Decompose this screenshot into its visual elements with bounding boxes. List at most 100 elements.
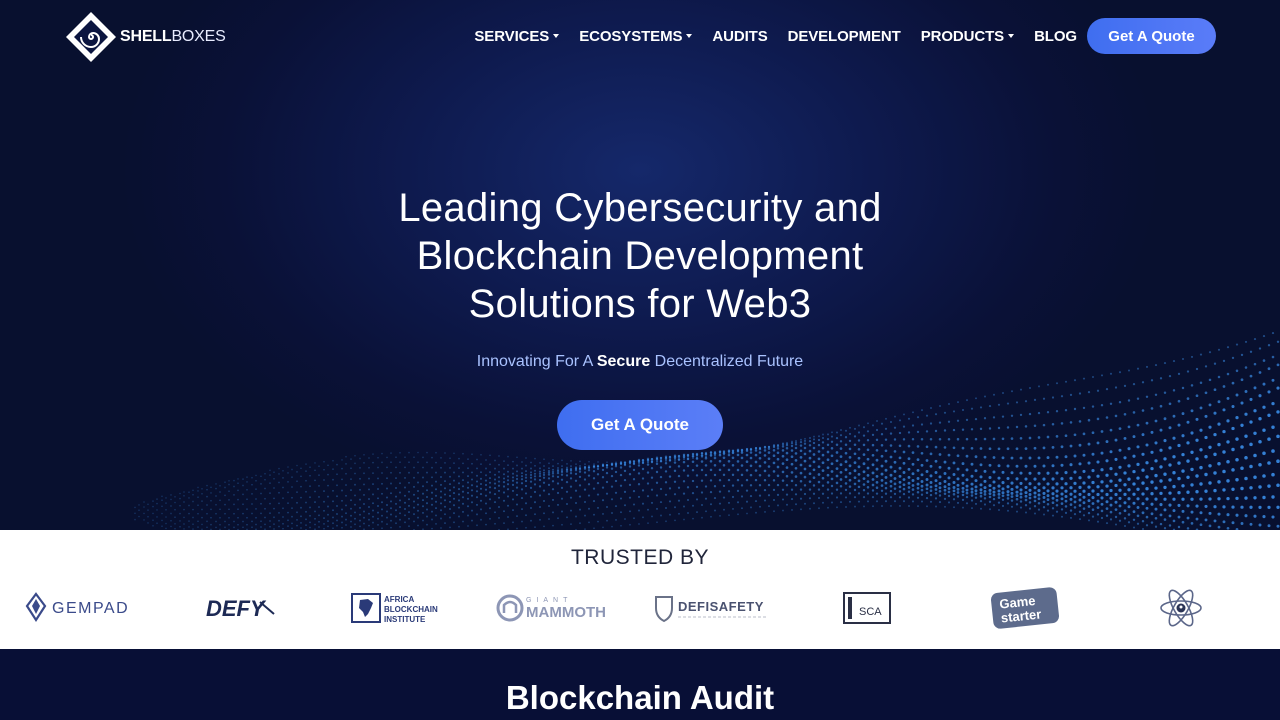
partner-sca[interactable]: SCA — [842, 580, 892, 636]
wave-dot — [296, 518, 298, 521]
partner-defisafety[interactable]: DEFISAFETY — [652, 580, 770, 636]
wave-dot — [363, 454, 365, 456]
partner-africa-blockchain-institute[interactable]: AFRICA BLOCKCHAIN INSTITUTE — [350, 580, 442, 636]
wave-dot — [539, 462, 541, 464]
wave-dot — [138, 504, 140, 506]
hero-get-quote-button[interactable]: Get A Quote — [557, 400, 723, 450]
wave-dot — [835, 451, 839, 454]
wave-dot — [408, 451, 410, 454]
partner-gempad[interactable]: GEMPAD — [24, 580, 140, 636]
wave-dot — [839, 455, 843, 458]
wave-dot — [336, 473, 338, 476]
wave-dot — [476, 524, 478, 527]
nav-ecosystems[interactable]: ECOSYSTEMS — [579, 28, 693, 45]
wave-dot — [930, 407, 932, 409]
wave-dot — [727, 460, 731, 463]
wave-dot — [533, 501, 537, 504]
wave-dot — [1127, 497, 1131, 501]
wave-dot — [926, 505, 928, 508]
wave-dot — [449, 457, 451, 460]
wave-dot — [722, 464, 726, 467]
wave-dot — [296, 480, 298, 483]
nav-blog[interactable]: BLOG — [1034, 28, 1077, 45]
wave-dot — [439, 496, 443, 499]
partner-atom[interactable] — [1158, 580, 1204, 636]
wave-dot — [884, 500, 888, 503]
wave-dot — [683, 518, 685, 521]
wave-dot — [377, 488, 379, 490]
nav-development[interactable]: DEVELOPMENT — [788, 28, 901, 45]
wave-dot — [498, 455, 500, 457]
wave-dot — [1145, 395, 1149, 399]
wave-dot — [579, 460, 581, 463]
wave-dot — [728, 514, 730, 517]
wave-dot — [839, 485, 843, 488]
wave-dot — [521, 467, 523, 470]
wave-dot — [1109, 450, 1113, 454]
subtitle-bold: Secure — [596, 353, 651, 370]
wave-dot — [633, 517, 635, 520]
nav-services[interactable]: SERVICES — [474, 28, 560, 45]
wave-dot — [731, 484, 735, 487]
partner-defy[interactable]: DEFY — [204, 580, 278, 636]
atom-icon — [1160, 589, 1202, 627]
wave-dot — [1091, 375, 1095, 379]
wave-dot — [152, 500, 154, 502]
wave-dot — [516, 464, 518, 467]
wave-dot — [493, 501, 497, 504]
wave-dot — [471, 509, 473, 512]
wave-dot — [300, 467, 302, 470]
wave-dot — [678, 459, 680, 461]
wave-dot — [799, 444, 803, 447]
wave-dot — [952, 486, 956, 489]
wave-dot — [282, 486, 284, 489]
wave-dot — [323, 460, 325, 463]
wave-dot — [574, 479, 578, 482]
wave-dot — [827, 506, 829, 509]
wave-dot — [853, 488, 857, 492]
wave-dot — [1073, 454, 1077, 458]
chevron-down-icon — [553, 34, 560, 38]
wave-dot — [161, 499, 163, 502]
wave-dot — [350, 526, 352, 528]
wave-dot — [457, 499, 461, 502]
wave-dot — [902, 500, 906, 503]
wave-dot — [147, 515, 149, 518]
wave-dot — [1078, 498, 1082, 502]
wave-dot — [839, 440, 843, 443]
wave-dot — [197, 486, 199, 489]
wave-dot — [1100, 404, 1104, 407]
wave-dot — [651, 515, 653, 518]
wave-dot — [556, 482, 560, 485]
brand-logo[interactable]: SHELLBOXES — [64, 10, 226, 64]
wave-dot — [997, 476, 1001, 480]
wave-dot — [772, 498, 776, 502]
wave-dot — [687, 458, 689, 461]
wave-dot — [875, 481, 879, 484]
nav-get-quote-button[interactable]: Get A Quote — [1087, 18, 1216, 54]
wave-dot — [1235, 458, 1239, 462]
wave-dot — [686, 474, 690, 477]
wave-dot — [1028, 507, 1032, 510]
nav-products[interactable]: PRODUCTS — [921, 28, 1015, 45]
wave-dot — [425, 495, 429, 499]
wave-dot — [1064, 505, 1068, 508]
wave-dot — [449, 526, 451, 529]
wave-dot — [381, 520, 383, 523]
partner-giant-mammoth[interactable]: GIANT MAMMOTH — [496, 580, 612, 636]
wave-dot — [1150, 512, 1154, 516]
partner-gamestarter[interactable]: Game starter — [988, 580, 1062, 636]
wave-dot — [785, 466, 789, 469]
wave-dot — [790, 449, 794, 452]
wave-dot — [467, 458, 469, 460]
wave-dot — [678, 512, 680, 515]
wave-dot — [1091, 515, 1095, 518]
nav-audits[interactable]: AUDITS — [712, 28, 767, 45]
wave-dot — [1132, 454, 1136, 458]
wave-dot — [327, 495, 329, 498]
wave-dot — [345, 512, 347, 515]
wave-dot — [1172, 455, 1176, 459]
wave-dot — [857, 473, 861, 476]
wave-dot — [386, 456, 388, 459]
wave-dot — [794, 493, 798, 496]
